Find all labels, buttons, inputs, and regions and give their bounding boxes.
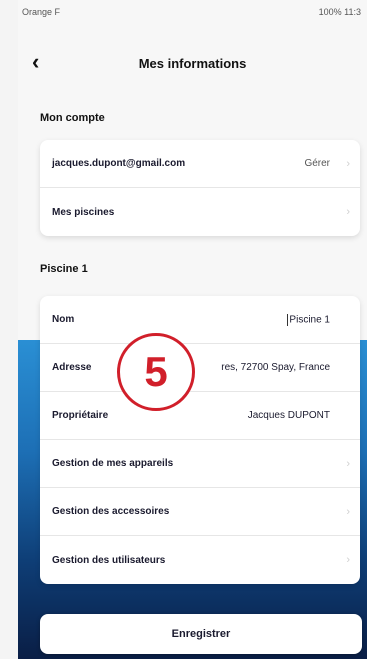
chevron-right-icon: › [346, 505, 350, 518]
status-bar: Orange F 100% 11:3 [18, 0, 367, 24]
save-button[interactable]: Enregistrer [40, 614, 362, 654]
address-row[interactable]: Adresse res, 72700 Spay, France [40, 344, 360, 392]
address-value: res, 72700 Spay, France [221, 362, 330, 373]
chevron-right-icon: › [346, 457, 350, 470]
owner-label: Propriétaire [52, 410, 109, 421]
manage-devices-label: Gestion de mes appareils [52, 458, 174, 469]
pool-name-input[interactable]: Piscine 1 [287, 313, 330, 326]
manage-users-label: Gestion des utilisateurs [52, 554, 166, 566]
carrier-label: Orange F [22, 7, 61, 17]
chevron-right-icon: › [346, 554, 350, 566]
status-right: 100% 11:3 [318, 7, 361, 17]
page-title: Mes informations [138, 56, 247, 71]
chevron-right-icon: › [346, 157, 350, 170]
pool-name-row[interactable]: Nom Piscine 1 [40, 296, 360, 344]
address-label: Adresse [52, 362, 92, 373]
phone-screen: Orange F 100% 11:3 ‹ Mes informations Mo… [18, 0, 367, 659]
email-label: jacques.dupont@gmail.com [52, 158, 186, 169]
manage-users-row[interactable]: Gestion des utilisateurs › [40, 536, 360, 584]
my-pools-row[interactable]: Mes piscines › [40, 188, 360, 236]
account-card: jacques.dupont@gmail.com Gérer › Mes pis… [40, 140, 360, 236]
account-email-row[interactable]: jacques.dupont@gmail.com Gérer › [40, 140, 360, 188]
owner-value: Jacques DUPONT [247, 410, 330, 421]
name-label: Nom [52, 314, 75, 325]
chevron-right-icon: › [346, 206, 350, 218]
manage-accessories-row[interactable]: Gestion des accessoires › [40, 488, 360, 536]
step-number-badge: 5 [117, 333, 195, 411]
section-title-account: Mon compte [40, 112, 105, 124]
manage-devices-row[interactable]: Gestion de mes appareils › [40, 440, 360, 488]
pool-card: Nom Piscine 1 Adresse res, 72700 Spay, F… [40, 296, 360, 584]
pool-name-value: Piscine 1 [289, 314, 330, 326]
section-title-pool: Piscine 1 [40, 263, 88, 275]
manage-label: Gérer [304, 158, 330, 169]
my-pools-label: Mes piscines [52, 206, 115, 218]
header: ‹ Mes informations [18, 44, 367, 80]
manage-accessories-label: Gestion des accessoires [52, 506, 170, 517]
owner-row[interactable]: Propriétaire Jacques DUPONT [40, 392, 360, 440]
